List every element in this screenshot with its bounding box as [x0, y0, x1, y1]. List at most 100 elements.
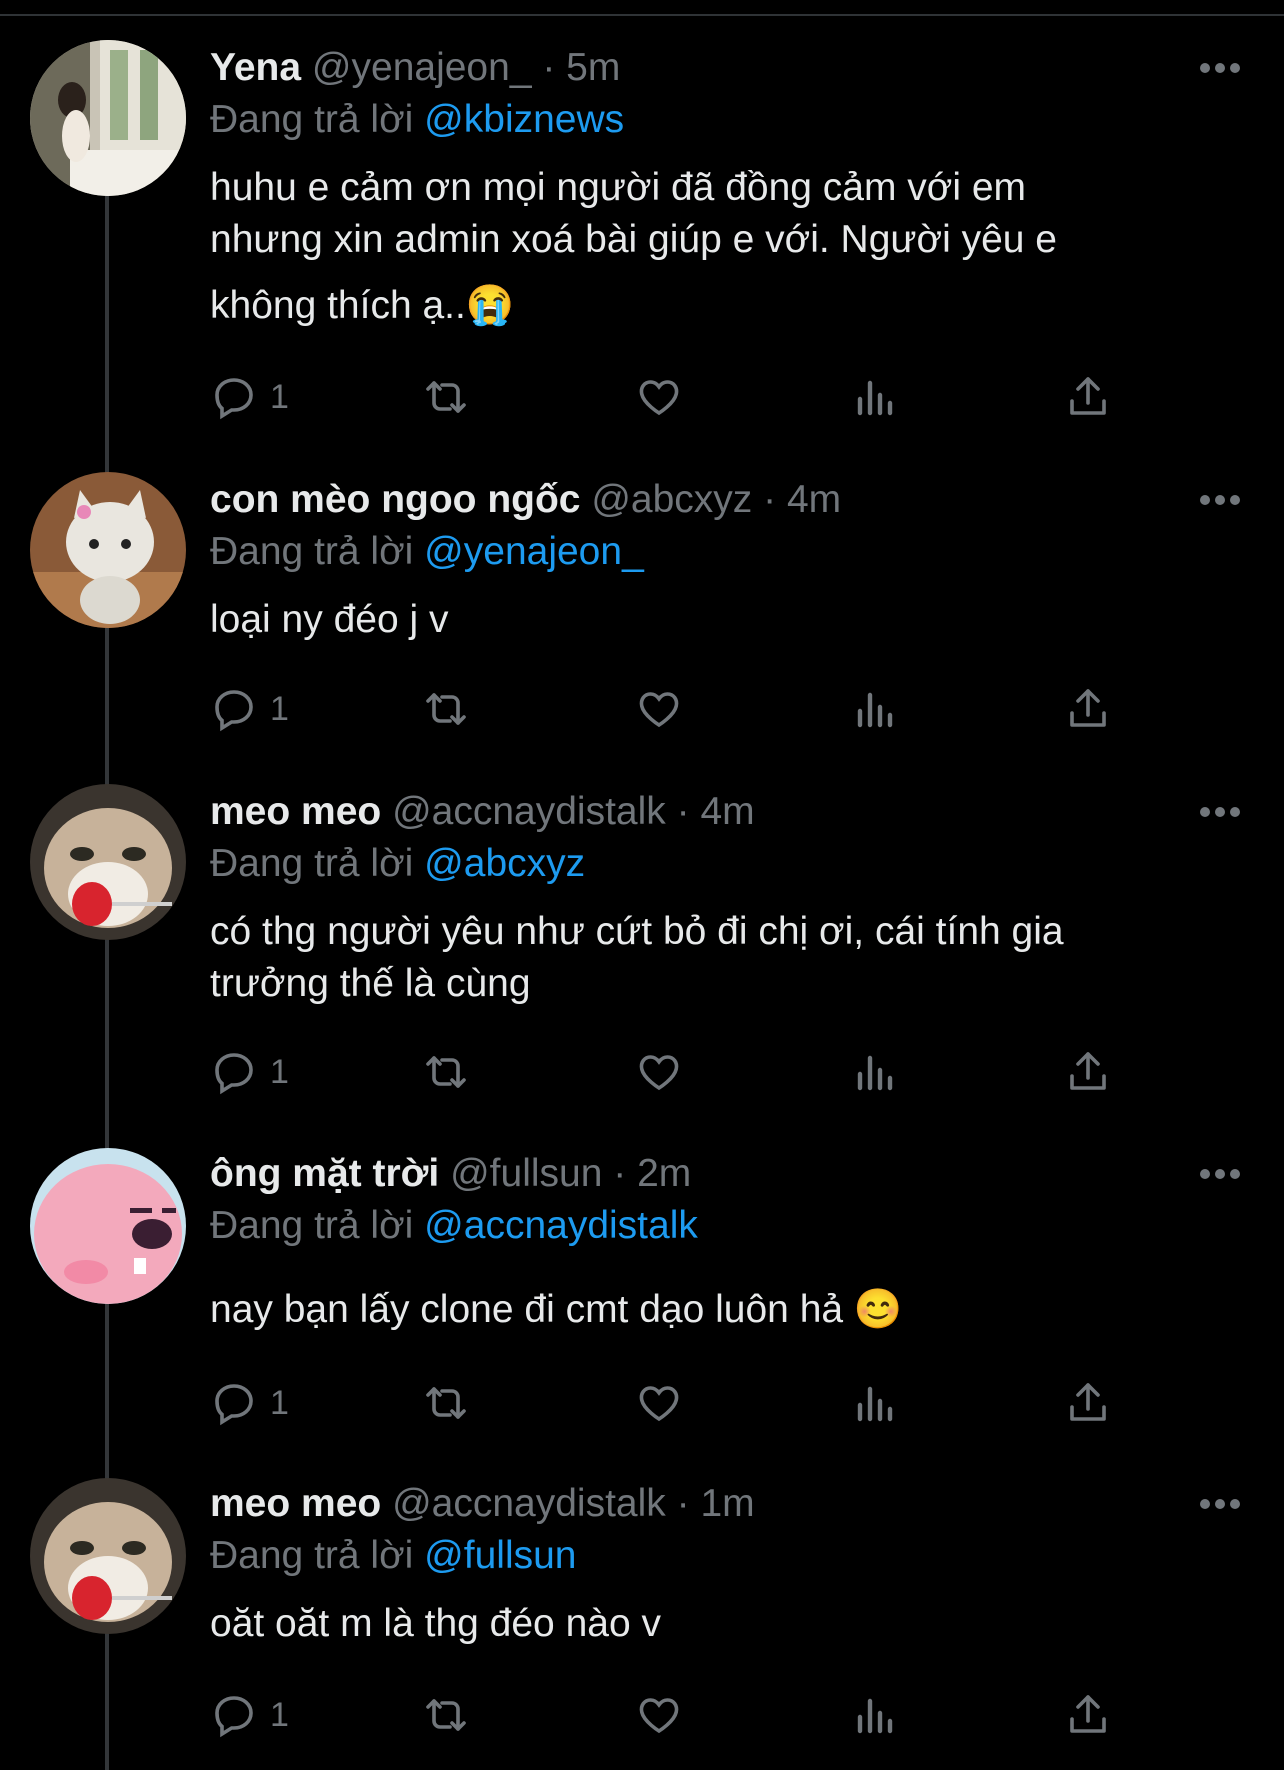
share-icon: [1064, 1379, 1112, 1427]
views-icon: [850, 1379, 898, 1427]
user-handle[interactable]: @accnaydistalk: [392, 790, 666, 833]
display-name[interactable]: ông mặt trời: [210, 1152, 439, 1195]
share-button[interactable]: [1064, 1690, 1112, 1740]
timestamp[interactable]: · 4m: [763, 478, 841, 521]
retweet-icon: [422, 1048, 470, 1096]
reply-icon: [210, 685, 258, 733]
views-button[interactable]: [850, 1047, 898, 1097]
avatar[interactable]: [30, 1148, 186, 1304]
reply-icon: [210, 373, 258, 421]
retweet-button[interactable]: [422, 1047, 470, 1097]
like-button[interactable]: [635, 372, 683, 422]
more-icon[interactable]: [1200, 1169, 1240, 1181]
tweet-actions: 1: [210, 684, 1160, 734]
reply-button[interactable]: 1: [210, 1690, 289, 1740]
replying-prefix: Đang trả lời: [210, 98, 414, 141]
more-icon[interactable]: [1200, 1499, 1240, 1511]
reply-icon: [210, 1048, 258, 1096]
share-icon: [1064, 1691, 1112, 1739]
replying-prefix: Đang trả lời: [210, 1204, 414, 1247]
more-icon[interactable]: [1200, 807, 1240, 819]
tweet-actions: 1: [210, 1378, 1160, 1428]
reply-count: 1: [270, 1695, 289, 1734]
avatar[interactable]: [30, 1478, 186, 1634]
retweet-button[interactable]: [422, 1690, 470, 1740]
views-icon: [850, 1691, 898, 1739]
replying-to: Đang trả lời @abcxyz: [210, 838, 585, 890]
views-button[interactable]: [850, 1690, 898, 1740]
reply-mention-link[interactable]: @yenajeon_: [424, 530, 644, 573]
retweet-icon: [422, 373, 470, 421]
views-icon: [850, 373, 898, 421]
tweet-header: meo meo @accnaydistalk · 1m: [210, 1478, 755, 1530]
heart-icon: [635, 373, 683, 421]
reply-mention-link[interactable]: @abcxyz: [424, 842, 585, 885]
reply-button[interactable]: 1: [210, 372, 289, 422]
tweet-text-line: nay bạn lấy clone đi cmt dạo luôn hả 😊: [210, 1288, 903, 1331]
views-icon: [850, 1048, 898, 1096]
user-handle[interactable]: @accnaydistalk: [392, 1482, 666, 1525]
tweet-text-line: có thg người yêu như cứt bỏ đi chị ơi, c…: [210, 910, 1064, 953]
reply-button[interactable]: 1: [210, 1047, 289, 1097]
replying-to: Đang trả lời @accnaydistalk: [210, 1200, 698, 1252]
avatar[interactable]: [30, 784, 186, 940]
heart-icon: [635, 1048, 683, 1096]
views-button[interactable]: [850, 684, 898, 734]
display-name[interactable]: Yena: [210, 46, 301, 89]
tweet-text-line: loại ny đéo j v: [210, 598, 449, 641]
retweet-button[interactable]: [422, 1378, 470, 1428]
like-button[interactable]: [635, 684, 683, 734]
retweet-button[interactable]: [422, 372, 470, 422]
tweet-actions: 1: [210, 1047, 1160, 1097]
heart-icon: [635, 685, 683, 733]
tweet-header: ông mặt trời @fullsun · 2m: [210, 1148, 691, 1200]
user-handle[interactable]: @fullsun: [450, 1152, 602, 1195]
like-button[interactable]: [635, 1378, 683, 1428]
share-button[interactable]: [1064, 1378, 1112, 1428]
reply-button[interactable]: 1: [210, 684, 289, 734]
tweet-text: oăt oăt m là thg đéo nào v: [210, 1598, 1210, 1650]
reply-mention-link[interactable]: @kbiznews: [424, 98, 624, 141]
share-button[interactable]: [1064, 372, 1112, 422]
tweet-text-line: trưởng thế là cùng: [210, 962, 531, 1005]
like-button[interactable]: [635, 1690, 683, 1740]
retweet-icon: [422, 1691, 470, 1739]
reply-count: 1: [270, 689, 289, 728]
timestamp[interactable]: · 4m: [677, 790, 755, 833]
like-button[interactable]: [635, 1047, 683, 1097]
more-icon[interactable]: [1200, 63, 1240, 75]
tweet-header: meo meo @accnaydistalk · 4m: [210, 786, 755, 838]
avatar[interactable]: [30, 472, 186, 628]
replying-to: Đang trả lời @kbiznews: [210, 94, 624, 146]
retweet-button[interactable]: [422, 684, 470, 734]
display-name[interactable]: meo meo: [210, 1482, 381, 1525]
user-handle[interactable]: @yenajeon_: [312, 46, 532, 89]
tweet-text-line: huhu e cảm ơn mọi người đã đồng cảm với …: [210, 166, 1027, 209]
reply-count: 1: [270, 1052, 289, 1091]
avatar[interactable]: [30, 40, 186, 196]
replying-to: Đang trả lời @fullsun: [210, 1530, 577, 1582]
more-icon[interactable]: [1200, 495, 1240, 507]
timestamp[interactable]: · 2m: [613, 1152, 691, 1195]
views-button[interactable]: [850, 1378, 898, 1428]
display-name[interactable]: meo meo: [210, 790, 381, 833]
replying-prefix: Đang trả lời: [210, 1534, 414, 1577]
reply-button[interactable]: 1: [210, 1378, 289, 1428]
reply-count: 1: [270, 377, 289, 416]
reply-mention-link[interactable]: @fullsun: [424, 1534, 576, 1577]
share-button[interactable]: [1064, 684, 1112, 734]
display-name[interactable]: con mèo ngoo ngốc: [210, 478, 580, 521]
timestamp[interactable]: · 1m: [677, 1482, 755, 1525]
user-handle[interactable]: @abcxyz: [591, 478, 752, 521]
views-icon: [850, 685, 898, 733]
tweet-text-line: oăt oăt m là thg đéo nào v: [210, 1602, 661, 1645]
views-button[interactable]: [850, 372, 898, 422]
share-button[interactable]: [1064, 1047, 1112, 1097]
share-icon: [1064, 373, 1112, 421]
heart-icon: [635, 1691, 683, 1739]
timestamp[interactable]: · 5m: [542, 46, 620, 89]
reply-icon: [210, 1379, 258, 1427]
reply-mention-link[interactable]: @accnaydistalk: [424, 1204, 698, 1247]
tweet-text: nay bạn lấy clone đi cmt dạo luôn hả 😊: [210, 1284, 1210, 1336]
tweet-actions: 1: [210, 372, 1160, 422]
